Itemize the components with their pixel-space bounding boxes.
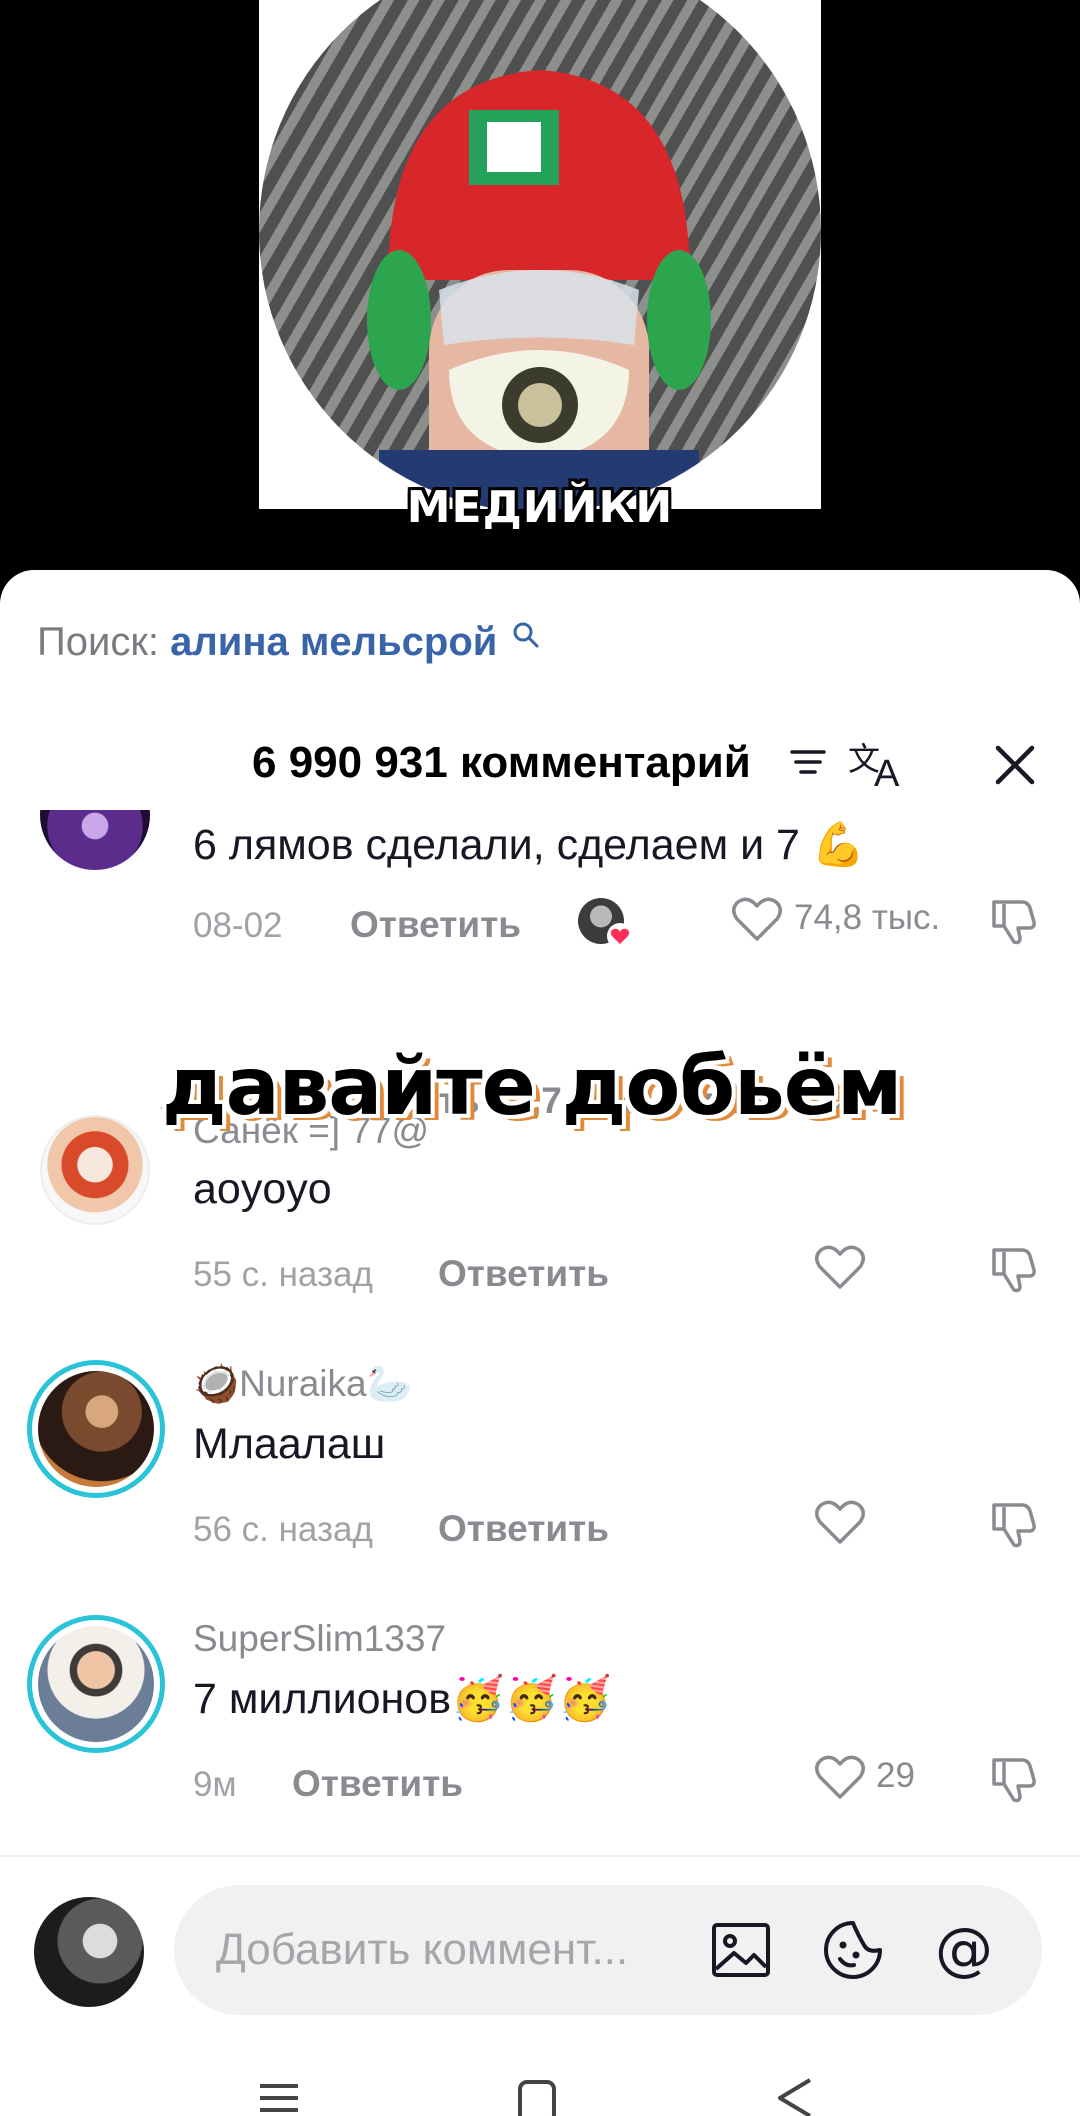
comment-count: 6 990 931 комментарий — [252, 738, 751, 787]
comment-text: 6 лямов сделали, сделаем и 7 💪 — [193, 821, 866, 869]
search-suggestion[interactable]: Поиск: алина мельсрой — [37, 620, 541, 665]
worker-figure-image — [367, 70, 711, 509]
heart-icon[interactable] — [813, 1242, 867, 1292]
video-caption: МЕДИЙКИ — [406, 482, 674, 533]
comment-text: 7 миллионов🥳🥳🥳 — [193, 1675, 612, 1723]
comment-username[interactable]: SuperSlim1337 — [193, 1618, 446, 1660]
dislike-icon[interactable] — [988, 1497, 1040, 1549]
heart-icon[interactable] — [813, 1497, 867, 1547]
comment-time: 08-02 — [193, 906, 283, 945]
avatar[interactable] — [40, 810, 150, 870]
heart-icon[interactable] — [730, 894, 784, 944]
system-nav-bar — [0, 2040, 1080, 2116]
reply-button[interactable]: Ответить — [438, 1508, 609, 1550]
comment-time: 9м — [193, 1765, 237, 1804]
avatar[interactable] — [40, 1115, 150, 1225]
dislike-icon[interactable] — [988, 1242, 1040, 1294]
dislike-icon[interactable] — [988, 1752, 1040, 1804]
my-avatar[interactable] — [34, 1897, 144, 2007]
video-player[interactable]: МЕДИЙКИ — [0, 0, 1080, 600]
video-thumbnail-circle — [259, 0, 821, 509]
home-icon[interactable] — [512, 2076, 562, 2116]
comment-text: Млаалаш — [193, 1420, 386, 1468]
close-icon[interactable] — [992, 742, 1038, 788]
svg-text:@: @ — [935, 1919, 993, 1981]
emoji-icon[interactable] — [822, 1919, 884, 1981]
like-count: 29 — [876, 1756, 915, 1795]
heart-icon[interactable] — [813, 1752, 867, 1802]
comments-header: 6 990 931 комментарий 文 A — [0, 730, 1080, 800]
dislike-icon[interactable] — [988, 894, 1040, 946]
search-prefix: Поиск: — [37, 620, 159, 664]
comment-username[interactable]: 🥥Nuraika🦢 — [193, 1363, 413, 1406]
creator-heart-icon — [607, 923, 633, 949]
reply-button[interactable]: Ответить — [350, 904, 521, 946]
comment-input[interactable]: Добавить коммент... @ — [174, 1885, 1042, 2015]
comment-text: aoyoyo — [193, 1165, 332, 1213]
search-icon — [513, 622, 539, 648]
comment-input-bar: Добавить коммент... @ — [0, 1855, 1080, 2025]
reply-button[interactable]: Ответить — [438, 1253, 609, 1295]
overlay-caption: давайте добьём — [162, 1040, 902, 1133]
avatar[interactable] — [27, 1360, 165, 1498]
reply-button[interactable]: Ответить — [292, 1763, 463, 1805]
back-icon[interactable] — [770, 2076, 820, 2116]
like-count: 74,8 тыс. — [794, 898, 941, 937]
comment-time: 56 с. назад — [193, 1510, 373, 1549]
sort-icon[interactable] — [788, 742, 828, 782]
comment-input-placeholder: Добавить коммент... — [216, 1925, 629, 1974]
translate-icon[interactable]: 文 A — [848, 736, 908, 792]
search-query-link[interactable]: алина мельсрой — [170, 620, 497, 664]
video-frame — [259, 0, 821, 509]
comments-list[interactable]: 6 лямов сделали, сделаем и 7 💪 08-02 Отв… — [0, 810, 1080, 1910]
mention-icon[interactable]: @ — [934, 1919, 996, 1981]
svg-text:A: A — [874, 753, 900, 792]
menu-icon[interactable] — [254, 2076, 304, 2116]
comment-time: 55 с. назад — [193, 1255, 373, 1294]
image-icon[interactable] — [710, 1919, 772, 1981]
avatar[interactable] — [27, 1615, 165, 1753]
